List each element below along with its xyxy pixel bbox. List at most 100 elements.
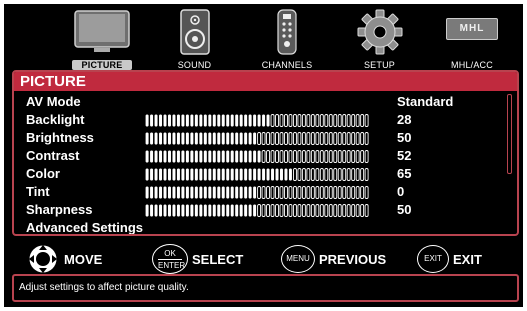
bar-segment — [319, 168, 324, 181]
bar-segment — [364, 132, 369, 145]
bar-segment — [284, 186, 288, 199]
bar-segment — [262, 168, 266, 181]
bar-segment — [306, 132, 311, 145]
bar-segment — [248, 168, 252, 181]
bar-segment — [261, 186, 266, 199]
bar-segment — [333, 168, 338, 181]
tab-label: SOUND — [177, 60, 212, 70]
bar-segment — [284, 150, 288, 163]
bar-segment — [244, 132, 248, 145]
bar-segment — [328, 150, 333, 163]
level-bar[interactable] — [145, 204, 369, 217]
bar-segment — [292, 150, 297, 163]
bar-segment — [181, 150, 185, 163]
bar-segment — [275, 132, 279, 145]
setting-backlight[interactable]: Backlight 28 — [26, 111, 506, 129]
bar-segment — [176, 204, 180, 217]
remote-icon — [277, 9, 297, 55]
setting-sharpness[interactable]: Sharpness 50 — [26, 201, 506, 219]
bar-segment — [284, 204, 288, 217]
level-bar[interactable] — [145, 150, 369, 163]
bar-segment — [163, 204, 167, 217]
bar-segment — [248, 150, 252, 163]
bar-segment — [346, 150, 351, 163]
bar-segment — [355, 186, 360, 199]
bar-segment — [301, 132, 306, 145]
bar-segment — [275, 186, 279, 199]
bar-segment — [333, 132, 338, 145]
setting-contrast[interactable]: Contrast 52 — [26, 147, 506, 165]
bar-segment — [351, 204, 356, 217]
bar-segment — [297, 168, 302, 181]
bar-segment — [150, 168, 154, 181]
bar-segment — [159, 186, 163, 199]
tab-picture[interactable]: PICTURE — [62, 8, 142, 72]
bar-segment — [168, 204, 171, 217]
bar-segment — [292, 114, 297, 127]
level-bar[interactable] — [145, 132, 369, 145]
setting-advanced[interactable]: Advanced Settings — [26, 219, 506, 235]
bar-segment — [306, 168, 311, 181]
tab-setup[interactable]: SETUP — [340, 8, 420, 72]
tab-label: MHL/ACC — [451, 60, 493, 70]
setting-brightness[interactable]: Brightness 50 — [26, 129, 506, 147]
bar-segment — [292, 168, 297, 181]
bar-segment — [351, 186, 356, 199]
bar-segment — [203, 114, 207, 127]
level-bar[interactable] — [145, 114, 369, 127]
bar-segment — [306, 204, 311, 217]
osd-frame: PICTURE SOUND CHANNELS SETUP MHL MHL/ACC… — [0, 0, 527, 311]
bar-segment — [337, 132, 342, 145]
bar-segment — [185, 150, 189, 163]
bar-segment — [145, 168, 149, 181]
bar-segment — [355, 114, 360, 127]
setting-tint[interactable]: Tint 0 — [26, 183, 506, 201]
bar-segment — [324, 132, 329, 145]
bar-segment — [194, 150, 198, 163]
tab-mhl-acc[interactable]: MHL MHL/ACC — [432, 8, 512, 72]
bar-segment — [212, 114, 216, 127]
bar-segment — [266, 186, 270, 199]
bar-segment — [253, 150, 257, 163]
bar-segment — [333, 186, 338, 199]
setting-color[interactable]: Color 65 — [26, 165, 506, 183]
bar-segment — [185, 168, 189, 181]
bar-segment — [253, 186, 257, 199]
bar-segment — [190, 204, 194, 217]
bar-segment — [301, 204, 306, 217]
bar-segment — [217, 204, 221, 217]
bar-segment — [244, 114, 248, 127]
bar-segment — [275, 150, 279, 163]
bar-segment — [279, 150, 284, 163]
scrollbar[interactable] — [507, 94, 512, 174]
level-bar[interactable] — [145, 168, 369, 181]
bar-segment — [226, 150, 230, 163]
bar-segment — [364, 114, 369, 127]
dpad-icon — [29, 245, 57, 273]
tab-sound[interactable]: SOUND — [155, 8, 235, 72]
bar-segment — [239, 150, 243, 163]
status-text: Adjust settings to affect picture qualit… — [19, 282, 189, 293]
bar-segment — [351, 168, 356, 181]
bar-segment — [181, 186, 185, 199]
bar-segment — [203, 132, 207, 145]
bar-segment — [168, 168, 171, 181]
bar-segment — [262, 114, 266, 127]
bar-segment — [239, 168, 243, 181]
bar-segment — [145, 132, 149, 145]
bar-segment — [199, 186, 203, 199]
tab-channels[interactable]: CHANNELS — [247, 8, 327, 72]
setting-label: Advanced Settings — [26, 220, 144, 235]
bar-segment — [244, 168, 248, 181]
level-bar[interactable] — [145, 186, 369, 199]
bar-segment — [292, 132, 297, 145]
setting-av-mode[interactable]: AV Mode Standard — [26, 93, 506, 111]
bar-segment — [364, 150, 369, 163]
bar-segment — [190, 114, 194, 127]
bar-segment — [244, 204, 248, 217]
bar-segment — [319, 186, 324, 199]
menu-key-icon: MENU — [281, 245, 315, 273]
bar-segment — [284, 114, 288, 127]
bar-segment — [154, 168, 158, 181]
bar-segment — [342, 150, 347, 163]
